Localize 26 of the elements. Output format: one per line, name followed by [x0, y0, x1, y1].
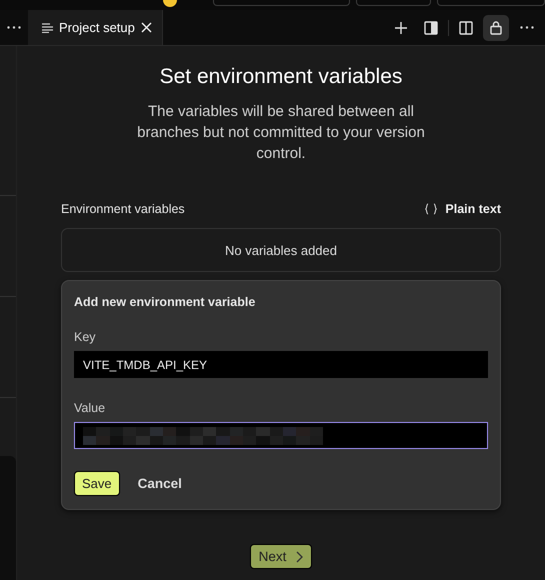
card-title: Add new environment variable	[74, 295, 256, 309]
tab[interactable]: Project setup	[28, 10, 163, 45]
lock-icon	[489, 20, 503, 35]
save-button[interactable]: Save	[74, 471, 120, 496]
panel-icon	[424, 20, 438, 34]
document-icon	[42, 22, 53, 32]
more-icon[interactable]	[520, 26, 534, 29]
description: The variables will be shared between all branches but not committed to your version control.	[136, 102, 426, 164]
cancel-button[interactable]: Cancel	[138, 476, 182, 491]
close-icon[interactable]	[140, 22, 152, 33]
plain-text-button[interactable]: Plain text	[425, 202, 501, 216]
toolbar-button[interactable]	[483, 14, 509, 40]
braces-icon	[425, 203, 438, 215]
more-icon[interactable]	[7, 26, 21, 29]
chevron-right-icon	[296, 550, 304, 562]
field-label: Value	[74, 401, 106, 415]
empty-message: No variables added	[224, 242, 338, 258]
status-indicator	[163, 0, 177, 7]
split-view-icon	[459, 20, 473, 34]
input-field[interactable]	[74, 422, 488, 449]
page-title: Set environment variables	[160, 65, 402, 89]
section-label: Environment variables	[61, 202, 185, 216]
tab-label: Project setup	[59, 20, 135, 35]
input-field[interactable]: VITE_TMDB_API_KEY	[74, 351, 488, 378]
field-label: Key	[74, 330, 97, 344]
plus-icon	[394, 20, 408, 34]
